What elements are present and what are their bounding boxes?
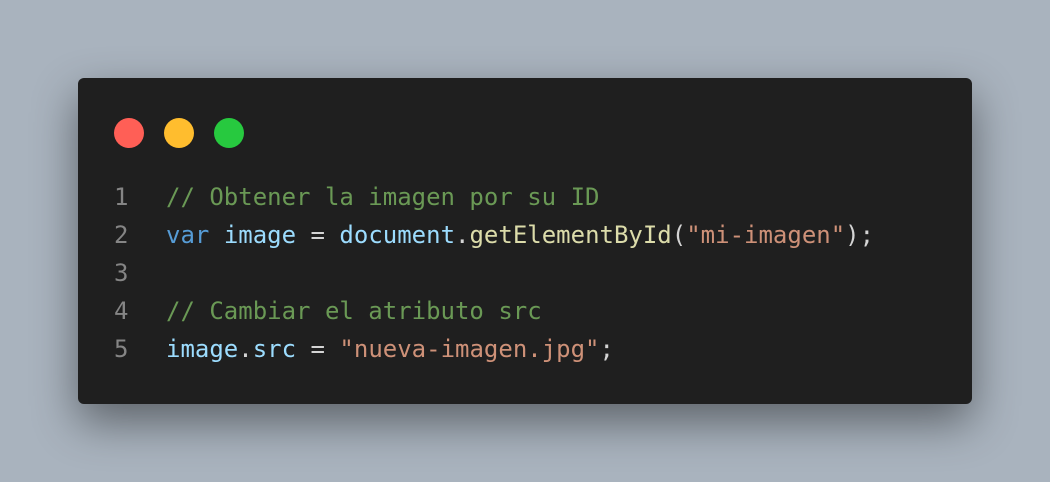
code-token-string: "mi-imagen" — [686, 221, 846, 249]
code-line: 4 // Cambiar el atributo src — [114, 292, 874, 330]
code-token-string: "nueva-imagen.jpg" — [339, 335, 600, 363]
line-code: image.src = "nueva-imagen.jpg"; — [166, 330, 614, 368]
code-line: 1 // Obtener la imagen por su ID — [114, 178, 874, 216]
line-number: 1 — [114, 183, 129, 211]
line-code: // Obtener la imagen por su ID — [166, 178, 599, 216]
line-number: 4 — [114, 297, 129, 325]
close-button[interactable] — [114, 118, 144, 148]
maximize-button[interactable] — [214, 118, 244, 148]
code-token-plain: ); — [845, 221, 875, 249]
code-line: 2 var image = document.getElementById("mi… — [114, 216, 874, 254]
code-window: 1 // Obtener la imagen por su ID 2 var imag… — [78, 78, 972, 404]
minimize-button[interactable] — [164, 118, 194, 148]
code-token-comment: // Obtener la imagen por su ID — [166, 183, 600, 211]
code-token-plain: . — [455, 221, 470, 249]
code-block: 1 // Obtener la imagen por su ID 2 var imag… — [114, 178, 874, 368]
code-token-variable: image — [166, 335, 239, 363]
code-token-function: getElementById — [469, 221, 672, 249]
line-code: // Cambiar el atributo src — [166, 292, 542, 330]
code-token-keyword: var — [166, 221, 210, 249]
code-token-variable: image — [223, 221, 297, 249]
line-number: 3 — [114, 259, 129, 287]
code-token-plain: = — [296, 335, 340, 363]
code-token-comment: // Cambiar el atributo src — [166, 297, 542, 325]
code-token-plain: ( — [671, 221, 687, 249]
line-number: 2 — [114, 221, 129, 249]
code-token-variable: src — [252, 335, 297, 363]
code-line: 5 image.src = "nueva-imagen.jpg"; — [114, 330, 874, 368]
code-token-plain: = — [296, 221, 340, 249]
window-controls — [114, 118, 244, 148]
code-token-plain: ; — [599, 335, 614, 363]
code-line: 3 — [114, 254, 874, 292]
line-number: 5 — [114, 335, 129, 363]
code-token-variable: document — [339, 221, 456, 249]
line-code: var image = document.getElementById("mi-… — [166, 216, 874, 254]
code-token-plain: . — [238, 335, 253, 363]
